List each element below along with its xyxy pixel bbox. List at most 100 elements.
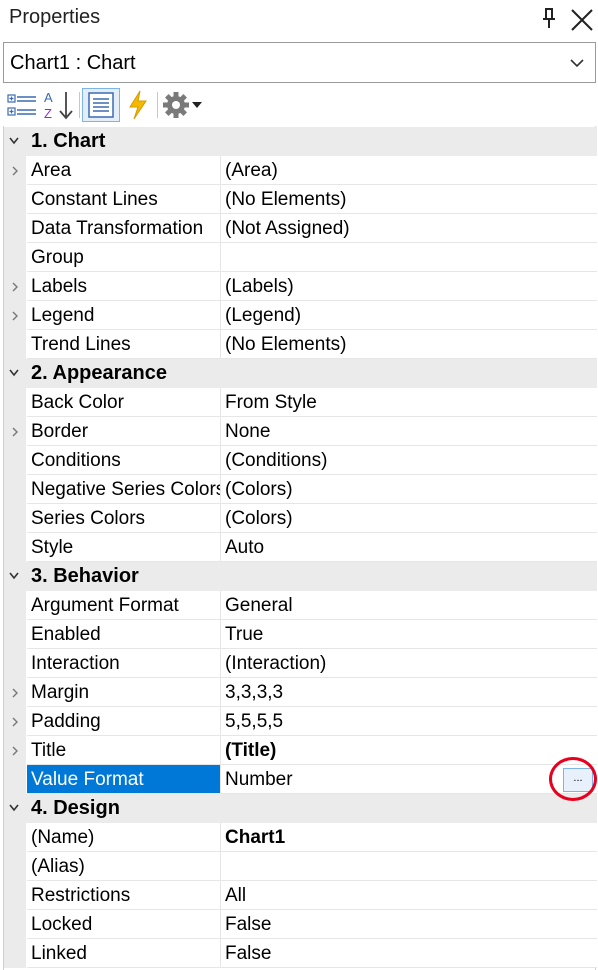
chevron-right-icon[interactable] (11, 687, 19, 699)
row-gutter (4, 881, 26, 910)
property-value[interactable]: (Legend) (221, 301, 597, 330)
property-row-border[interactable]: Border None (4, 417, 597, 446)
row-gutter (4, 243, 26, 272)
property-row-series-colors[interactable]: Series Colors (Colors) (4, 504, 597, 533)
row-gutter (4, 475, 26, 504)
property-value[interactable]: False (221, 910, 597, 939)
property-value[interactable]: None (221, 417, 597, 446)
property-value[interactable]: False (221, 939, 597, 968)
category-design[interactable]: 4. Design (4, 794, 597, 823)
property-value[interactable] (221, 852, 597, 881)
property-row-locked[interactable]: Locked False (4, 910, 597, 939)
property-row-enabled[interactable]: Enabled True (4, 620, 597, 649)
property-row-linked[interactable]: Linked False (4, 939, 597, 968)
property-row-group[interactable]: Group (4, 243, 597, 272)
row-gutter (4, 591, 26, 620)
property-value[interactable]: Number (221, 765, 597, 794)
property-value[interactable]: General (221, 591, 597, 620)
property-value[interactable]: (Colors) (221, 475, 597, 504)
property-row-conditions[interactable]: Conditions (Conditions) (4, 446, 597, 475)
property-row-interaction[interactable]: Interaction (Interaction) (4, 649, 597, 678)
property-row-margin[interactable]: Margin 3,3,3,3 (4, 678, 597, 707)
property-name: Constant Lines (27, 185, 221, 214)
property-name: Linked (27, 939, 221, 968)
property-row-negative-series-colors[interactable]: Negative Series Colors (Colors) (4, 475, 597, 504)
property-value[interactable] (221, 243, 597, 272)
property-row-title[interactable]: Title (Title) (4, 736, 597, 765)
chevron-down-icon[interactable] (8, 136, 20, 146)
property-row-labels[interactable]: Labels (Labels) (4, 272, 597, 301)
property-value[interactable]: (No Elements) (221, 330, 597, 359)
property-name: Locked (27, 910, 221, 939)
chevron-right-icon[interactable] (11, 281, 19, 293)
pin-icon[interactable] (540, 6, 558, 32)
object-selector-dropdown[interactable]: Chart1 : Chart (3, 42, 596, 83)
chevron-down-icon[interactable] (8, 368, 20, 378)
property-value[interactable]: True (221, 620, 597, 649)
property-value[interactable]: 3,3,3,3 (221, 678, 597, 707)
property-row-data-transformation[interactable]: Data Transformation (Not Assigned) (4, 214, 597, 243)
chevron-down-icon[interactable] (8, 803, 20, 813)
row-gutter (4, 388, 26, 417)
property-row-argument-format[interactable]: Argument Format General (4, 591, 597, 620)
close-icon[interactable] (568, 6, 596, 34)
property-value[interactable]: (Not Assigned) (221, 214, 597, 243)
settings-button[interactable] (160, 88, 204, 122)
property-name: Negative Series Colors (27, 475, 221, 504)
property-row-back-color[interactable]: Back Color From Style (4, 388, 597, 417)
toolbar-separator (79, 92, 80, 118)
alphabetical-button[interactable]: A Z (41, 88, 77, 122)
property-name: Trend Lines (27, 330, 221, 359)
category-behavior[interactable]: 3. Behavior (4, 562, 597, 591)
property-row-trend-lines[interactable]: Trend Lines (No Elements) (4, 330, 597, 359)
property-value[interactable]: 5,5,5,5 (221, 707, 597, 736)
row-gutter (4, 649, 26, 678)
property-row-restrictions[interactable]: Restrictions All (4, 881, 597, 910)
property-name: Title (27, 736, 221, 765)
property-value[interactable]: Auto (221, 533, 597, 562)
chevron-right-icon[interactable] (11, 310, 19, 322)
property-value[interactable]: From Style (221, 388, 597, 417)
property-value[interactable]: Chart1 (221, 823, 597, 852)
property-row-constant-lines[interactable]: Constant Lines (No Elements) (4, 185, 597, 214)
chevron-right-icon[interactable] (11, 165, 19, 177)
row-gutter (4, 823, 26, 852)
events-lightning-icon (129, 90, 147, 120)
category-label: 4. Design (31, 797, 120, 819)
row-gutter (4, 214, 26, 243)
chevron-right-icon[interactable] (11, 426, 19, 438)
property-row-value-format[interactable]: Value Format Number ... (4, 765, 597, 794)
property-value[interactable]: All (221, 881, 597, 910)
chevron-right-icon[interactable] (11, 716, 19, 728)
categorized-button[interactable] (5, 88, 39, 122)
property-row-alias[interactable]: (Alias) (4, 852, 597, 881)
property-name: Labels (27, 272, 221, 301)
property-row-padding[interactable]: Padding 5,5,5,5 (4, 707, 597, 736)
property-name: Interaction (27, 649, 221, 678)
chevron-right-icon[interactable] (11, 745, 19, 757)
panel-title: Properties (9, 6, 101, 28)
property-name: Restrictions (27, 881, 221, 910)
property-value[interactable]: (Title) (221, 736, 597, 765)
category-chart[interactable]: 1. Chart (4, 127, 597, 156)
svg-text:A: A (44, 90, 53, 105)
property-row-legend[interactable]: Legend (Legend) (4, 301, 597, 330)
property-value[interactable]: (Conditions) (221, 446, 597, 475)
events-button[interactable] (123, 88, 153, 122)
property-value[interactable]: (Labels) (221, 272, 597, 301)
property-row-name[interactable]: (Name) Chart1 (4, 823, 597, 852)
properties-button[interactable] (82, 88, 120, 122)
property-value[interactable]: (No Elements) (221, 185, 597, 214)
category-appearance[interactable]: 2. Appearance (4, 359, 597, 388)
property-name: Style (27, 533, 221, 562)
property-value[interactable]: (Interaction) (221, 649, 597, 678)
property-row-style[interactable]: Style Auto (4, 533, 597, 562)
property-row-area[interactable]: Area (Area) (4, 156, 597, 185)
object-selector-value: Chart1 : Chart (10, 52, 136, 74)
property-value[interactable]: (Colors) (221, 504, 597, 533)
property-name: Legend (27, 301, 221, 330)
property-name: Padding (27, 707, 221, 736)
chevron-down-icon[interactable] (8, 571, 20, 581)
categorized-icon (7, 94, 36, 116)
property-value[interactable]: (Area) (221, 156, 597, 185)
